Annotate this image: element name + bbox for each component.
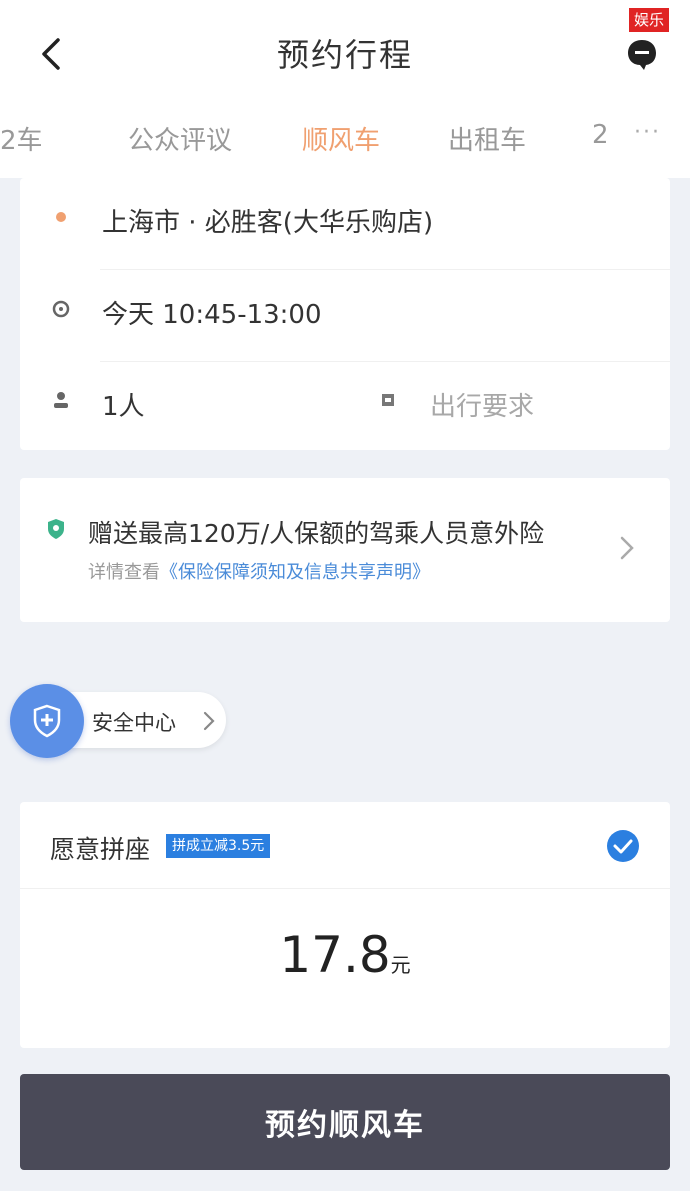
check-circle-icon[interactable] [606,829,640,863]
clock-icon [52,300,70,318]
shield-plus-icon [33,704,61,738]
start-location-row[interactable]: 上海市 · 必胜客(大华乐购店) [20,178,670,270]
start-dot-icon [56,212,66,222]
start-location-text: 上海市 · 必胜客(大华乐购店) [102,208,434,238]
safety-center-label: 安全中心 [92,711,176,735]
book-hitch-ride-button[interactable]: 预约顺风车 [20,1074,670,1170]
insurance-title: 赠送最高120万/人保额的驾乘人员意外险 [88,519,545,548]
insurance-terms-link[interactable]: 《保险保障须知及信息共享声明》 [160,562,430,583]
time-text: 今天 10:45-13:00 [102,300,322,330]
page-title: 预约行程 [276,36,413,74]
watermark-badge: 娱乐 [629,8,670,32]
more-icon[interactable]: ··· [634,120,661,145]
trip-card: 上海市 · 必胜客(大华乐购店) 今天 10:45-13:00 1人 出行要求 [20,178,670,450]
tab-bar: 2车 公众评议 顺风车 出租车 2 [0,108,690,164]
carpool-label: 愿意拼座 [50,835,151,864]
carpool-discount-tag: 拼成立减3.5元 [166,834,271,858]
tab-public-review[interactable]: 公众评议 [128,120,232,157]
header: 预约行程 娱乐 2车 公众评议 顺风车 出租车 2 ··· [0,0,690,178]
person-icon [54,392,68,408]
price-card: 愿意拼座 拼成立减3.5元 17.8元 [20,802,670,1048]
options-row: 1人 出行要求 [20,362,670,454]
tab-hitch-ride[interactable]: 顺风车 [302,120,380,157]
time-row[interactable]: 今天 10:45-13:00 [20,270,670,362]
note-icon [382,394,394,406]
tab-more-partial[interactable]: 2 [592,120,609,150]
tab-taxi[interactable]: 出租车 [448,120,526,157]
price-amount: 17.8 [279,926,391,984]
chevron-right-icon [203,711,215,731]
shield-icon [48,519,64,539]
insurance-subtitle: 详情查看《保险保障须知及信息共享声明》 [88,558,430,584]
safety-badge [10,684,84,758]
tab-car[interactable]: 2车 [0,120,43,157]
price-display: 17.8元 [20,926,670,984]
insurance-card[interactable]: 赠送最高120万/人保额的驾乘人员意外险 详情查看《保险保障须知及信息共享声明》 [20,478,670,622]
safety-center-button[interactable]: 安全中心 [10,684,226,758]
price-unit: 元 [390,953,411,977]
chevron-right-icon [620,536,634,560]
carpool-option-row[interactable]: 愿意拼座 拼成立减3.5元 [20,802,670,889]
insurance-sub-prefix: 详情查看 [88,562,160,583]
message-bubble-icon[interactable] [624,36,660,72]
trip-requirements[interactable]: 出行要求 [430,386,534,423]
passenger-count[interactable]: 1人 [102,386,145,423]
